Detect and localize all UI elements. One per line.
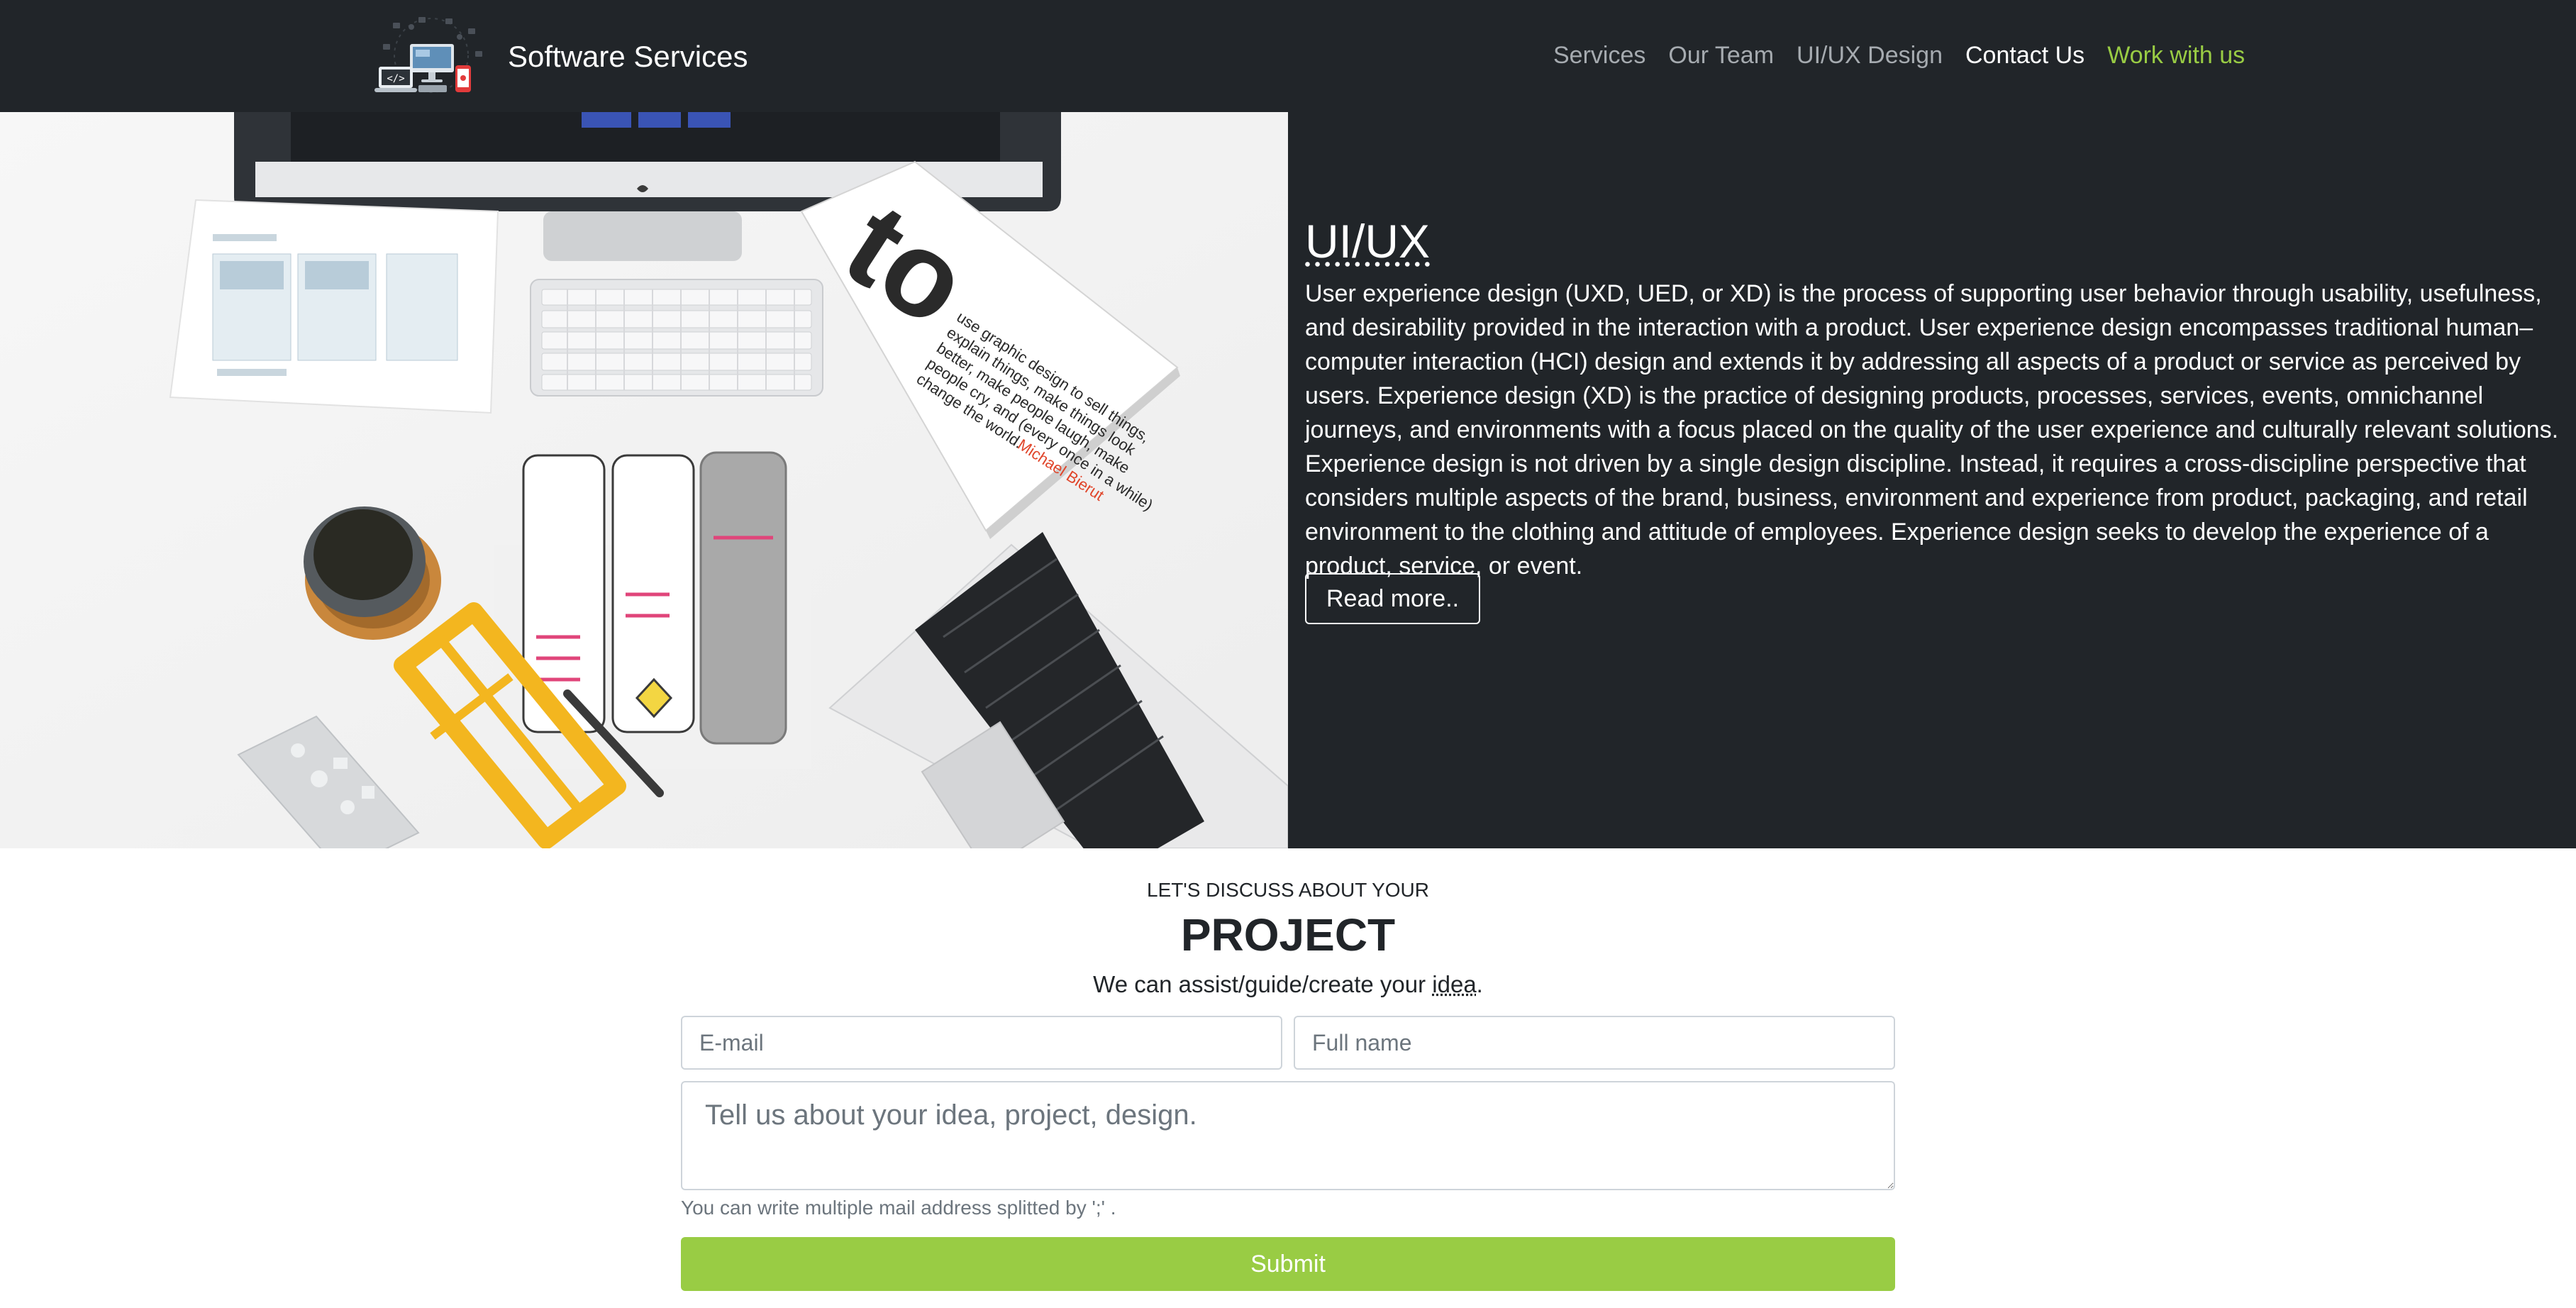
full-name-field[interactable] xyxy=(1294,1016,1895,1070)
devices-code-logo-icon: </> xyxy=(374,17,482,93)
main-nav: Services Our Team UI/UX Design Contact U… xyxy=(1553,40,2245,71)
wireframe-paper-illustration xyxy=(169,199,499,414)
contact-tagline: We can assist/guide/create your idea. xyxy=(0,970,2576,999)
contact-eyebrow: LET'S DISCUSS ABOUT YOUR xyxy=(1147,879,1429,901)
nav-work-with-us[interactable]: Work with us xyxy=(2107,40,2245,71)
nav-contact-us[interactable]: Contact Us xyxy=(1965,40,2084,71)
read-more-button[interactable]: Read more.. xyxy=(1305,573,1481,624)
tagline-suffix: . xyxy=(1476,971,1483,997)
svg-text:</>: </> xyxy=(387,73,404,84)
brand-link[interactable]: </> Software Services xyxy=(369,16,748,98)
desk-workspace-illustration: to use graphic design to sell things, ex… xyxy=(0,112,1288,848)
submit-button[interactable]: Submit xyxy=(681,1237,1895,1291)
tagline-abbr: idea xyxy=(1432,971,1477,997)
nav-ui-ux-design[interactable]: UI/UX Design xyxy=(1797,40,1943,71)
brand-name: Software Services xyxy=(508,40,748,73)
navbar: </> Software Services Services Our Team … xyxy=(0,0,2576,112)
keyboard-illustration xyxy=(530,279,823,397)
hero-text-panel: UI/UX User experience design (UXD, UED, … xyxy=(1288,112,2576,848)
nav-services[interactable]: Services xyxy=(1553,40,1645,71)
tagline-prefix: We can assist/guide/create your xyxy=(1093,971,1433,997)
phone-wireframes-illustration xyxy=(494,451,811,797)
message-field[interactable] xyxy=(681,1081,1895,1190)
hero-title: UI/UX xyxy=(1305,215,1431,267)
email-help-text: You can write multiple mail address spli… xyxy=(681,1197,1116,1219)
nav-our-team[interactable]: Our Team xyxy=(1668,40,1774,71)
hero-image: to use graphic design to sell things, ex… xyxy=(0,112,1288,848)
contact-title: PROJECT xyxy=(1180,909,1396,960)
email-field[interactable] xyxy=(681,1016,1282,1070)
contact-section: LET'S DISCUSS ABOUT YOUR PROJECT We can … xyxy=(0,848,2576,1308)
hero-description: User experience design (UXD, UED, or XD)… xyxy=(1305,280,2559,580)
